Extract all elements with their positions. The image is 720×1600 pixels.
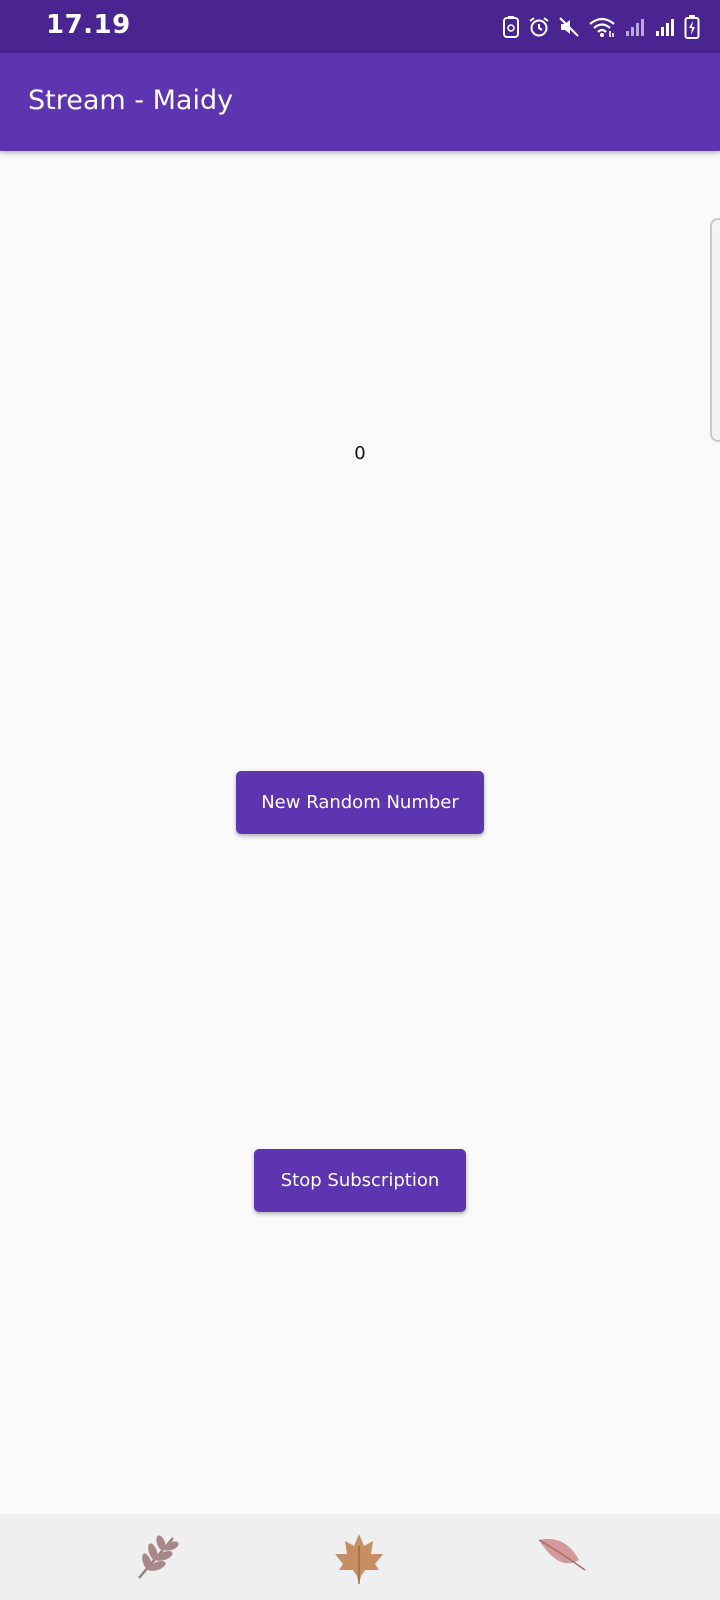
status-icons — [502, 13, 700, 41]
status-bar: 17.19 — [0, 0, 720, 53]
signal-icon-2 — [654, 16, 676, 38]
status-time: 17.19 — [46, 10, 131, 40]
maple-leaf-icon[interactable] — [333, 1532, 385, 1589]
screenshot-icon — [502, 15, 520, 39]
battery-charging-icon — [684, 14, 700, 40]
fern-leaf-icon[interactable] — [133, 1532, 181, 1587]
app-title: Stream - Maidy — [28, 85, 234, 116]
wifi-icon — [588, 16, 616, 38]
oval-leaf-icon[interactable] — [535, 1532, 587, 1581]
edge-panel-handle[interactable] — [710, 218, 720, 442]
mute-icon — [558, 16, 580, 38]
alarm-icon — [528, 16, 550, 38]
new-random-number-button[interactable]: New Random Number — [236, 771, 484, 834]
bottom-navigation-bar — [0, 1514, 720, 1600]
stop-subscription-button[interactable]: Stop Subscription — [254, 1149, 466, 1212]
random-number-display: 0 — [354, 443, 366, 464]
signal-icon-1 — [624, 16, 646, 38]
app-bar: Stream - Maidy — [0, 53, 720, 151]
